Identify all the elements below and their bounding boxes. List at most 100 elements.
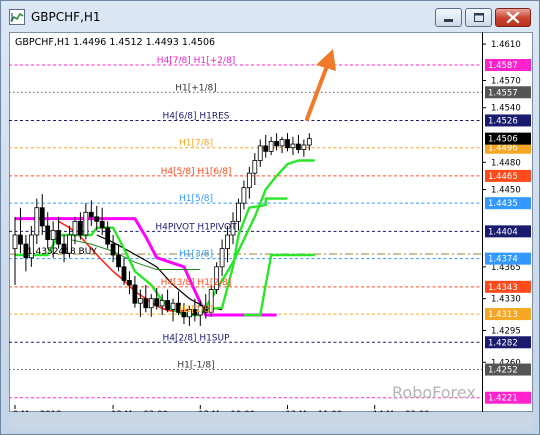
candle-body xyxy=(154,298,160,307)
candle-body xyxy=(116,254,121,268)
status-strip xyxy=(9,412,533,430)
level-price-label: 1.4313 xyxy=(488,310,518,320)
candle-body xyxy=(110,243,116,256)
level-label: H1[5/8] xyxy=(179,194,213,204)
candle xyxy=(268,136,274,155)
candle-body xyxy=(219,248,225,268)
candle xyxy=(252,153,258,185)
candle xyxy=(246,166,252,199)
candle xyxy=(257,139,263,167)
candle-body xyxy=(263,145,269,152)
candle xyxy=(83,203,89,240)
candle xyxy=(127,271,132,295)
candle-body xyxy=(236,202,241,222)
level-label: H4[7/8] H1[+2/8] xyxy=(157,56,235,66)
candle xyxy=(12,216,18,285)
level-price-label: 1.4252 xyxy=(488,366,518,376)
level-label: H1[+1/8] xyxy=(175,83,217,93)
left-entry-label: 1.4352418 BUY xyxy=(27,247,97,257)
price-tick-label: 1.4540 xyxy=(491,104,521,114)
candle xyxy=(18,207,23,254)
candle-body xyxy=(241,187,247,204)
level-label: H4[5/8] H1[6/8] xyxy=(161,167,232,177)
close-button[interactable] xyxy=(495,8,531,27)
candle-body xyxy=(295,143,301,150)
price-tick-label: 1.4610 xyxy=(491,40,521,50)
level-price-label: 1.4374 xyxy=(488,255,518,265)
time-axis: 9 Mar 201212 Mar 03:0012 Mar 19:0013 Mar… xyxy=(13,405,429,412)
candle-body xyxy=(50,230,56,240)
indicator-line xyxy=(243,253,315,317)
level-price-badge: 1.4526 xyxy=(485,114,531,127)
candle-body xyxy=(257,145,263,161)
current-price-label: 1.4506 xyxy=(488,135,518,145)
candle-body xyxy=(121,266,127,281)
candle xyxy=(34,198,40,245)
candle-body xyxy=(99,220,105,229)
candle xyxy=(263,135,269,158)
level-label: H1[3/8] xyxy=(179,250,213,260)
maximize-button[interactable] xyxy=(465,8,492,27)
level-price-badge: 1.4252 xyxy=(485,363,531,376)
minimize-button[interactable] xyxy=(435,8,462,27)
candle-body xyxy=(274,140,280,147)
candle-body xyxy=(252,160,258,174)
candle-body xyxy=(225,234,230,250)
candle-body xyxy=(159,300,165,307)
level-label: H1[-1/8] xyxy=(177,361,214,371)
candle xyxy=(88,200,94,226)
level-price-label: 1.4435 xyxy=(488,199,518,209)
candle xyxy=(116,244,121,272)
level-price-label: 1.4465 xyxy=(488,172,518,182)
candle xyxy=(290,136,296,155)
level-price-label: 1.4404 xyxy=(488,227,518,237)
up-arrow-annotation xyxy=(305,49,336,121)
candle xyxy=(219,239,225,276)
price-tick-label: 1.4480 xyxy=(491,158,521,168)
level-price-label: 1.4282 xyxy=(488,338,518,348)
close-icon xyxy=(506,11,520,24)
candle-body xyxy=(246,172,252,189)
chart-window: GBPCHF,H1 H4[7/8] H1[+2/8] H1[+1/8] H4[6/8… xyxy=(0,0,540,435)
candle-body xyxy=(78,220,83,236)
candle-body xyxy=(83,211,89,236)
level-label: H4[2/8] H1SUP xyxy=(162,333,230,343)
price-tick-label: 1.4450 xyxy=(491,186,521,196)
candle-body xyxy=(285,139,290,149)
price-tick-label: 1.4570 xyxy=(491,76,521,86)
level-label: H1[7/8] xyxy=(179,139,213,149)
candle-body xyxy=(18,234,23,245)
window-titlebar[interactable]: GBPCHF,H1 xyxy=(1,1,539,33)
level-price-badge: 1.4435 xyxy=(485,197,531,210)
level-price-label: 1.4221 xyxy=(488,394,518,404)
candle-body xyxy=(88,211,94,218)
window-title: GBPCHF,H1 xyxy=(31,10,101,24)
candle-body xyxy=(105,227,111,245)
candle-body xyxy=(132,284,138,304)
maximize-icon xyxy=(474,13,484,22)
candle xyxy=(148,294,154,317)
price-axis: 1.46101.45701.45401.44801.44501.43651.43… xyxy=(482,40,531,404)
candle-body xyxy=(290,143,296,149)
current-price-badge: 1.4506 xyxy=(485,132,531,145)
level-price-label: 1.4587 xyxy=(488,61,518,71)
level-price-badge: 1.4404 xyxy=(485,225,531,238)
candle-body xyxy=(45,225,51,240)
level-label: H1[1/8] xyxy=(179,305,213,315)
level-price-badge: 1.4465 xyxy=(485,169,531,182)
chart-app-icon xyxy=(9,9,25,25)
level-price-badge: 1.4374 xyxy=(485,252,531,265)
candle-body xyxy=(94,216,100,222)
candle xyxy=(236,198,241,231)
price-chart[interactable]: H4[7/8] H1[+2/8] H1[+1/8] H4[6/8] H1RES H1[… xyxy=(9,32,533,412)
level-price-label: 1.4343 xyxy=(488,283,518,293)
level-price-badge: 1.4282 xyxy=(485,336,531,349)
candle-body xyxy=(268,140,274,152)
candle-body xyxy=(279,139,285,147)
candle-body xyxy=(170,302,176,310)
level-price-label: 1.4557 xyxy=(488,88,518,98)
candle xyxy=(295,135,301,154)
level-price-label: 1.4496 xyxy=(488,144,518,154)
candle xyxy=(241,180,247,210)
level-price-label: 1.4526 xyxy=(488,116,518,126)
